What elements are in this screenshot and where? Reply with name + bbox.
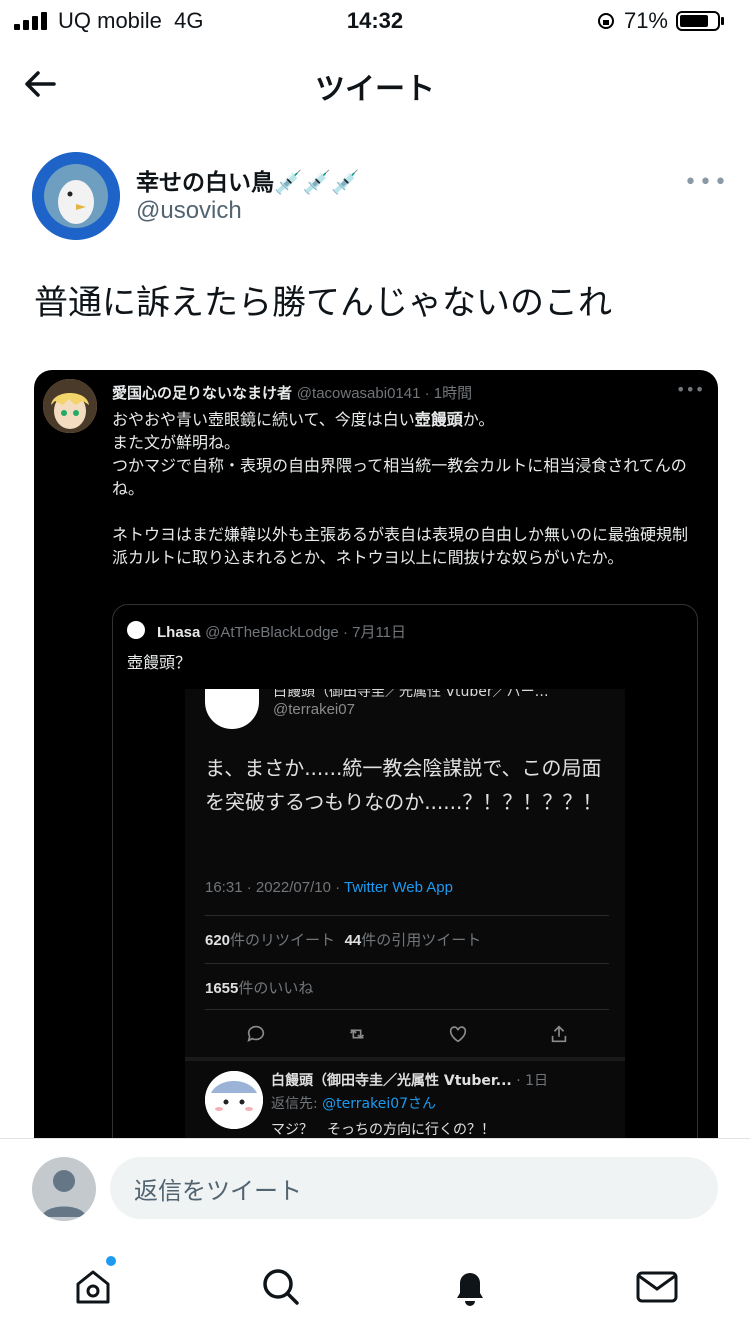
reply-input[interactable]: 返信をツイート (110, 1157, 718, 1219)
divider (205, 963, 609, 964)
notification-dot (106, 1256, 116, 1266)
divider (205, 915, 609, 916)
tweet-text: 普通に訴えたら勝てんじゃないのこれ (34, 283, 612, 323)
reply-avatar (205, 1071, 263, 1129)
quote-header: Lhasa @AtTheBlackLodge · 7月11日 (157, 624, 407, 641)
inner-avatar (205, 689, 259, 729)
messages-icon[interactable] (632, 1262, 682, 1312)
default-avatar-icon (42, 1170, 86, 1217)
seagull-avatar-image (32, 152, 120, 240)
inner-stats-likes: 1655件のいいね (205, 979, 314, 997)
inner-name: 白饅頭（御田寺圭／光属性 Vtuber／バー… (273, 689, 549, 700)
screenshot-header: 愛国心の足りないなまけ者 @tacowasabi0141 · 1時間 (112, 384, 473, 402)
page-title: ツイート (315, 72, 435, 107)
quoted-tweet: Lhasa @AtTheBlackLodge · 7月11日 壺饅頭？ 白饅頭（… (112, 604, 698, 1160)
quote-avatar (127, 621, 145, 639)
share-icon (551, 1025, 566, 1043)
divider (185, 1057, 625, 1061)
header: ツイート (0, 50, 750, 120)
battery-percent: 71% (623, 8, 668, 33)
status-bar: UQ mobile 4G 14:32 71% (0, 0, 750, 44)
reply-icon (246, 1025, 264, 1042)
inner-meta: 16:31 · 2022/07/10 · Twitter Web App (205, 879, 453, 896)
divider (205, 1009, 609, 1010)
battery-area: 71% (596, 8, 724, 34)
retweet-icon (349, 1029, 364, 1039)
reply-bar: 返信をツイート (0, 1138, 750, 1239)
inner-actions (205, 1023, 609, 1045)
tab-bar (0, 1240, 750, 1334)
quote-text: 壺饅頭？ (127, 653, 192, 672)
screenshot-avatar (43, 379, 97, 433)
anime-avatar-image (43, 379, 97, 433)
search-icon[interactable] (256, 1262, 306, 1312)
author-name[interactable]: 幸せの白い鳥💉💉💉 (136, 163, 360, 197)
author-avatar[interactable] (32, 152, 120, 240)
reply-placeholder: 返信をツイート (134, 1176, 302, 1205)
inner-text: ま、まさか......統一教会陰謀説で、この局面を突破するつもりなのか.....… (205, 756, 603, 814)
screenshot-more-icon: ••• (676, 380, 705, 399)
inner-stats-retweets: 620件のリツイート 44件の引用ツイート (205, 931, 482, 949)
like-icon (449, 1026, 466, 1043)
orientation-lock-icon (597, 13, 614, 29)
reply-name: 白饅頭（御田寺圭／光属性 Vtuber... · 1日 (271, 1073, 549, 1089)
home-icon[interactable] (68, 1262, 118, 1312)
author-handle[interactable]: @usovich (136, 197, 242, 225)
inner-handle: @terrakei07 (273, 701, 355, 718)
screenshot-body: おやおや青い壺眼鏡に続いて、今度は白い壺饅頭か。 また文が鮮明ね。 つかマジで自… (112, 410, 689, 567)
mascot-avatar-image (205, 1071, 263, 1129)
more-options-icon[interactable]: ••• (684, 170, 729, 195)
user-avatar[interactable] (32, 1157, 96, 1221)
reply-to: 返信先: @terrakei07さん (271, 1096, 437, 1112)
attached-screenshot[interactable]: 愛国心の足りないなまけ者 @tacowasabi0141 · 1時間 ••• お… (34, 370, 718, 1160)
notifications-icon[interactable] (445, 1262, 495, 1312)
inner-screenshot: 白饅頭（御田寺圭／光属性 Vtuber／バー… @terrakei07 ま、まさ… (185, 689, 625, 1160)
reply-text: マジ？ そっちの方向に行くの？！ (271, 1122, 495, 1138)
battery-icon (676, 11, 724, 31)
